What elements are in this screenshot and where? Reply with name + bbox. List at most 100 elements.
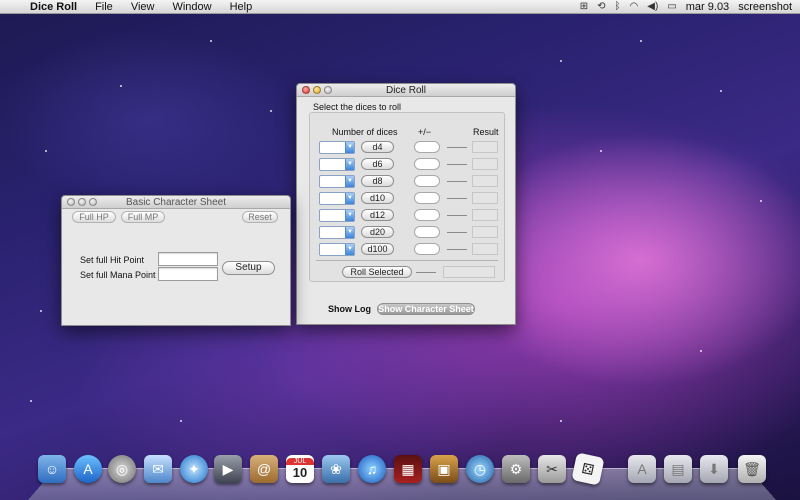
modifier-field[interactable] [414, 158, 440, 170]
menu-bar: Dice Roll File View Window Help ⊞ ⟲ ᛒ ◠ … [0, 0, 800, 14]
dice-count-combo[interactable]: ▼ [319, 175, 355, 188]
minimize-button[interactable] [313, 86, 321, 94]
d8-button[interactable]: d8 [361, 175, 394, 187]
calendar-icon[interactable]: JUL 10 [286, 455, 314, 483]
menu-help[interactable]: Help [221, 1, 262, 13]
chevron-down-icon: ▼ [345, 159, 354, 170]
d10-button[interactable]: d10 [361, 192, 394, 204]
result-field [472, 192, 498, 204]
roll-selected-button[interactable]: Roll Selected [342, 266, 412, 278]
dice-roll-app-icon[interactable]: ⚄ [571, 452, 605, 486]
modifier-field[interactable] [414, 192, 440, 204]
menu-window[interactable]: Window [163, 1, 220, 13]
modifier-field[interactable] [414, 141, 440, 153]
menu-clock[interactable]: mar 9.03 [686, 1, 729, 13]
volume-icon[interactable]: ◀) [647, 1, 658, 12]
battery-icon[interactable]: ▭ [667, 1, 676, 12]
facetime-icon[interactable]: ▶ [214, 455, 242, 483]
setup-button[interactable]: Setup [222, 261, 275, 275]
hit-point-label: Set full Hit Point [80, 255, 145, 265]
instruction-label: Select the dices to roll [313, 102, 402, 112]
downloads-folder-icon[interactable]: ⬇ [700, 455, 728, 483]
hit-point-input[interactable] [158, 252, 218, 266]
character-sheet-window: Basic Character Sheet Full HP Full MP Re… [61, 195, 291, 326]
close-button[interactable] [67, 198, 75, 206]
mana-point-input[interactable] [158, 267, 218, 281]
divider [447, 164, 467, 165]
preview-icon[interactable]: ✂ [538, 455, 566, 483]
d100-button[interactable]: d100 [361, 243, 394, 255]
window-title: Dice Roll [385, 85, 426, 96]
menu-app-name[interactable]: Dice Roll [26, 1, 86, 13]
time-machine-icon[interactable]: ⟲ [597, 1, 605, 12]
spaces-icon[interactable]: ⊞ [580, 1, 588, 12]
show-character-sheet-button[interactable]: Show Character Sheet [377, 303, 475, 315]
calendar-day: 10 [292, 465, 308, 480]
divider [447, 215, 467, 216]
dice-count-combo[interactable]: ▼ [319, 192, 355, 205]
chevron-down-icon: ▼ [345, 176, 354, 187]
result-field [472, 226, 498, 238]
iphoto-library-icon[interactable]: ▣ [430, 455, 458, 483]
menu-view[interactable]: View [122, 1, 164, 13]
documents-folder-icon[interactable]: ▤ [664, 455, 692, 483]
calendar-month: JUL [286, 458, 314, 465]
itunes-icon[interactable]: ♫ [358, 455, 386, 483]
zoom-button[interactable] [324, 86, 332, 94]
reset-button[interactable]: Reset [242, 211, 278, 223]
bluetooth-icon[interactable]: ᛒ [615, 1, 621, 12]
modifier-field[interactable] [414, 209, 440, 221]
menu-user[interactable]: screenshot [738, 1, 792, 13]
system-preferences-icon[interactable]: ⚙ [502, 455, 530, 483]
full-mp-button[interactable]: Full MP [121, 211, 165, 223]
time-machine-dock-icon[interactable]: ◷ [466, 455, 494, 483]
wifi-icon[interactable]: ◠ [630, 1, 639, 12]
dice-roll-titlebar[interactable]: Dice Roll [297, 84, 515, 97]
show-log-button[interactable]: Show Log [328, 304, 371, 314]
d12-button[interactable]: d12 [361, 209, 394, 221]
column-header-modifier: +/− [418, 127, 432, 137]
window-title: Basic Character Sheet [125, 197, 227, 208]
dice-group-box: Number of dices +/− Result ▼ d4 ▼ d6 ▼ d… [309, 112, 505, 282]
iphoto-icon[interactable]: ❀ [322, 455, 350, 483]
modifier-field[interactable] [414, 175, 440, 187]
dice-count-combo[interactable]: ▼ [319, 141, 355, 154]
address-book-icon[interactable]: @ [250, 455, 278, 483]
mana-point-label: Set full Mana Point [80, 270, 156, 280]
finder-icon[interactable]: ☺ [38, 455, 66, 483]
app-store-icon[interactable]: A [74, 455, 102, 483]
dice-count-combo[interactable]: ▼ [319, 209, 355, 222]
full-hp-button[interactable]: Full HP [72, 211, 116, 223]
applications-folder-icon[interactable]: A [628, 455, 656, 483]
dice-roll-window: Dice Roll Select the dices to roll Numbe… [296, 83, 516, 325]
divider [416, 272, 436, 273]
dice-count-combo[interactable]: ▼ [319, 226, 355, 239]
safari-icon[interactable]: ✦ [180, 455, 208, 483]
d6-button[interactable]: d6 [361, 158, 394, 170]
divider [447, 198, 467, 199]
dice-count-combo[interactable]: ▼ [319, 158, 355, 171]
dice-count-combo[interactable]: ▼ [319, 243, 355, 256]
chevron-down-icon: ▼ [345, 210, 354, 221]
d4-button[interactable]: d4 [361, 141, 394, 153]
close-button[interactable] [302, 86, 310, 94]
modifier-field[interactable] [414, 243, 440, 255]
column-header-result: Result [473, 127, 499, 137]
divider [447, 181, 467, 182]
zoom-button[interactable] [89, 198, 97, 206]
menu-file[interactable]: File [86, 1, 122, 13]
total-result-field [443, 266, 495, 278]
character-sheet-titlebar[interactable]: Basic Character Sheet [62, 196, 290, 209]
mail-icon[interactable]: ✉ [144, 455, 172, 483]
minimize-button[interactable] [78, 198, 86, 206]
divider [447, 249, 467, 250]
modifier-field[interactable] [414, 226, 440, 238]
separator [316, 260, 498, 261]
chevron-down-icon: ▼ [345, 142, 354, 153]
dashboard-icon[interactable]: ◎ [108, 455, 136, 483]
result-field [472, 209, 498, 221]
photo-booth-icon[interactable]: ▦ [394, 455, 422, 483]
column-header-number: Number of dices [332, 127, 398, 137]
trash-icon[interactable]: 🗑 [738, 455, 766, 483]
d20-button[interactable]: d20 [361, 226, 394, 238]
